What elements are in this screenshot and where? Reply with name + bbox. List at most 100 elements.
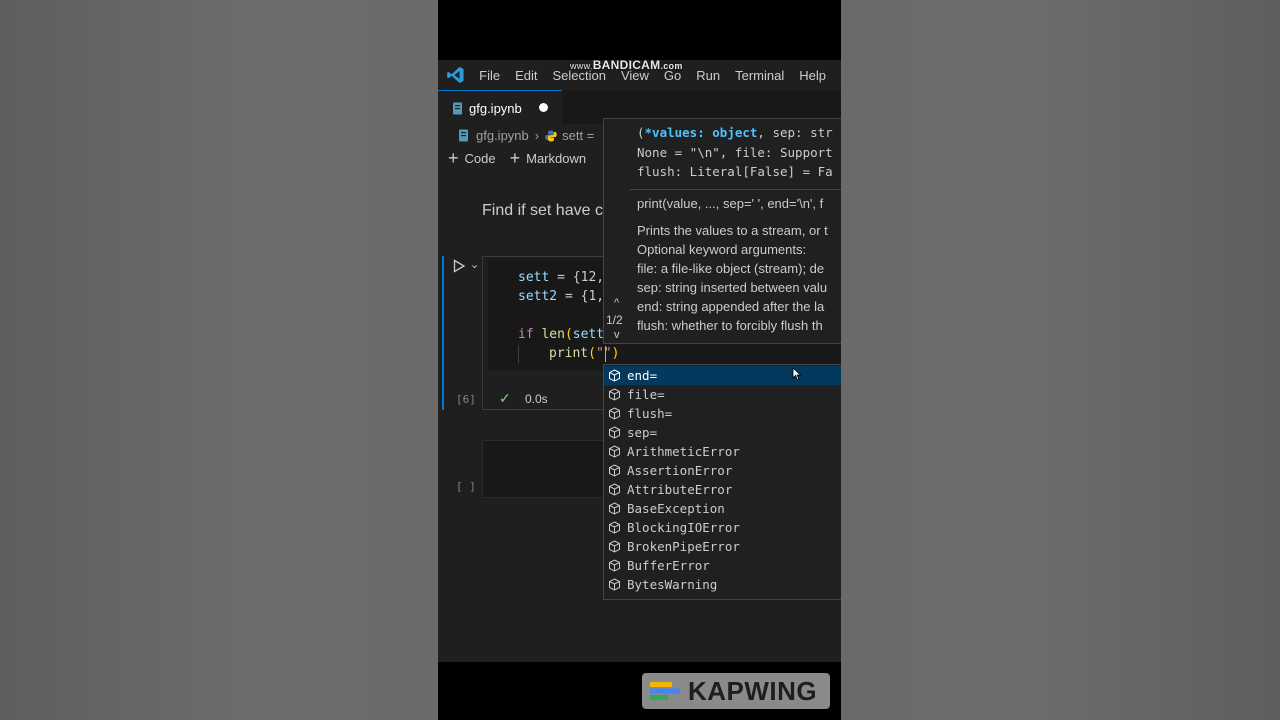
tab-gfg-ipynb[interactable]: gfg.ipynb <box>438 90 562 125</box>
suggestion-item[interactable]: AssertionError <box>604 461 841 480</box>
kapwing-logo-icon <box>650 682 680 700</box>
text-cursor <box>605 346 606 362</box>
breadcrumb-file[interactable]: gfg.ipynb <box>476 128 529 143</box>
code-line-1: sett = {12, <box>518 270 604 285</box>
code-line-2: sett2 = {1, <box>518 289 604 304</box>
notebook-file-icon <box>453 102 462 114</box>
menu-file[interactable]: File <box>479 68 500 83</box>
suggestion-item[interactable]: file= <box>604 385 841 404</box>
kapwing-watermark: KAPWING <box>642 673 830 709</box>
code-token: sett <box>518 270 550 285</box>
execution-count: [ ] <box>456 480 476 493</box>
code-token: sett2 <box>518 289 558 304</box>
add-markdown-label: Markdown <box>526 151 587 166</box>
menu-run[interactable]: Run <box>696 68 720 83</box>
suggestion-item[interactable]: flush= <box>604 404 841 423</box>
plus-icon: + <box>448 148 459 168</box>
chevron-up-icon[interactable]: ^ <box>614 297 619 309</box>
add-markdown-cell-button[interactable]: + Markdown <box>509 148 587 168</box>
suggestion-item[interactable]: BaseException <box>604 499 841 518</box>
watermark-suffix: .com <box>660 61 683 71</box>
bandicam-watermark: www.BANDICAM.com <box>570 58 683 72</box>
variable-icon <box>609 407 620 420</box>
doc-line: Optional keyword arguments: <box>637 242 807 257</box>
variable-icon <box>609 559 620 572</box>
python-icon <box>545 130 557 141</box>
suggestion-item[interactable]: AttributeError <box>604 480 841 499</box>
doc-line: Prints the values to a stream, or t <box>637 223 828 238</box>
suggestion-label: BlockingIOError <box>627 520 740 535</box>
add-code-label: Code <box>464 151 496 166</box>
parameter-hints-widget: (*values: object, sep: str None = "\n", … <box>603 118 841 344</box>
code-line-4: print("") <box>549 346 620 361</box>
code-token: "" <box>595 346 612 361</box>
chevron-right-icon: › <box>534 128 540 143</box>
unsaved-dot-icon[interactable] <box>539 103 548 112</box>
variable-icon <box>609 445 620 458</box>
overload-counter: 1/2 <box>606 313 623 327</box>
mouse-pointer-icon <box>792 367 802 381</box>
suggestion-label: end= <box>627 368 658 383</box>
suggestion-label: BaseException <box>627 501 725 516</box>
suggestion-item[interactable]: BrokenPipeError <box>604 537 841 556</box>
suggestion-item[interactable]: end= <box>604 366 841 385</box>
kapwing-text: KAPWING <box>688 675 818 706</box>
code-token: print <box>549 346 589 361</box>
variable-icon <box>609 578 620 591</box>
variable-icon <box>609 388 620 401</box>
vscode-logo-icon <box>447 67 464 83</box>
notebook-toolbar: + Code + Markdown <box>448 148 600 168</box>
execution-time: 0.0s <box>525 392 548 406</box>
blurred-background-right <box>841 0 1280 720</box>
suggestion-item[interactable]: sep= <box>604 423 841 442</box>
plus-icon: + <box>509 148 521 168</box>
suggestion-item[interactable]: ArithmeticError <box>604 442 841 461</box>
code-line-3: if len(sett <box>518 327 605 342</box>
suggestion-label: file= <box>627 387 665 402</box>
video-frame: www.BANDICAM.com File Edit Selection Vie… <box>438 0 841 720</box>
signature-line: flush: Literal[False] = Fa <box>637 164 833 179</box>
execution-count: [6] <box>456 393 476 406</box>
tab-label: gfg.ipynb <box>469 100 522 116</box>
add-code-cell-button[interactable]: + Code <box>448 148 496 168</box>
vscode-window: File Edit Selection View Go Run Terminal… <box>438 60 841 662</box>
suggestion-label: ArithmeticError <box>627 444 740 459</box>
watermark-brand: BANDICAM <box>592 58 661 72</box>
chevron-down-icon[interactable]: v <box>614 329 620 341</box>
checkmark-icon: ✓ <box>499 390 511 406</box>
suggestion-label: sep= <box>627 425 658 440</box>
indent-guide <box>518 345 519 363</box>
suggestion-widget: end= file= flush= sep= ArithmeticError A… <box>603 364 841 600</box>
run-cell-icon[interactable] <box>452 259 466 273</box>
doc-line: end: string appended after the la <box>637 299 825 314</box>
code-token: = {12, <box>549 270 605 285</box>
short-signature: print(value, ..., sep=' ', end='\n', f <box>637 196 824 211</box>
watermark-prefix: www. <box>570 61 593 71</box>
variable-icon <box>609 464 620 477</box>
suggestion-item[interactable]: BytesWarning <box>604 575 841 594</box>
variable-icon <box>609 369 620 382</box>
code-token: = {1, <box>557 289 605 304</box>
cell-focus-indicator <box>442 256 444 410</box>
chevron-down-icon[interactable]: ⌄ <box>470 258 479 271</box>
suggestion-item[interactable]: BlockingIOError <box>604 518 841 537</box>
doc-line: sep: string inserted between valu <box>637 280 828 295</box>
suggestion-label: BytesWarning <box>627 577 718 592</box>
breadcrumb: gfg.ipynb › sett = <box>458 128 594 143</box>
blurred-background-left <box>0 0 438 720</box>
signature-line: None = "\n", file: Support <box>637 145 833 160</box>
active-parameter: *values: object <box>644 125 758 140</box>
signature-rest: , sep: str <box>757 125 833 140</box>
code-token: len <box>541 327 565 342</box>
breadcrumb-symbol[interactable]: sett = <box>562 128 594 143</box>
variable-icon <box>609 540 620 553</box>
suggestion-item[interactable]: BufferError <box>604 556 841 575</box>
variable-icon <box>609 502 620 515</box>
menu-edit[interactable]: Edit <box>515 68 537 83</box>
divider <box>630 189 841 190</box>
variable-icon <box>609 521 620 534</box>
menu-help[interactable]: Help <box>799 68 826 83</box>
menu-terminal[interactable]: Terminal <box>735 68 784 83</box>
markdown-cell-text[interactable]: Find if set have c <box>482 202 603 220</box>
code-token: sett <box>572 327 605 342</box>
